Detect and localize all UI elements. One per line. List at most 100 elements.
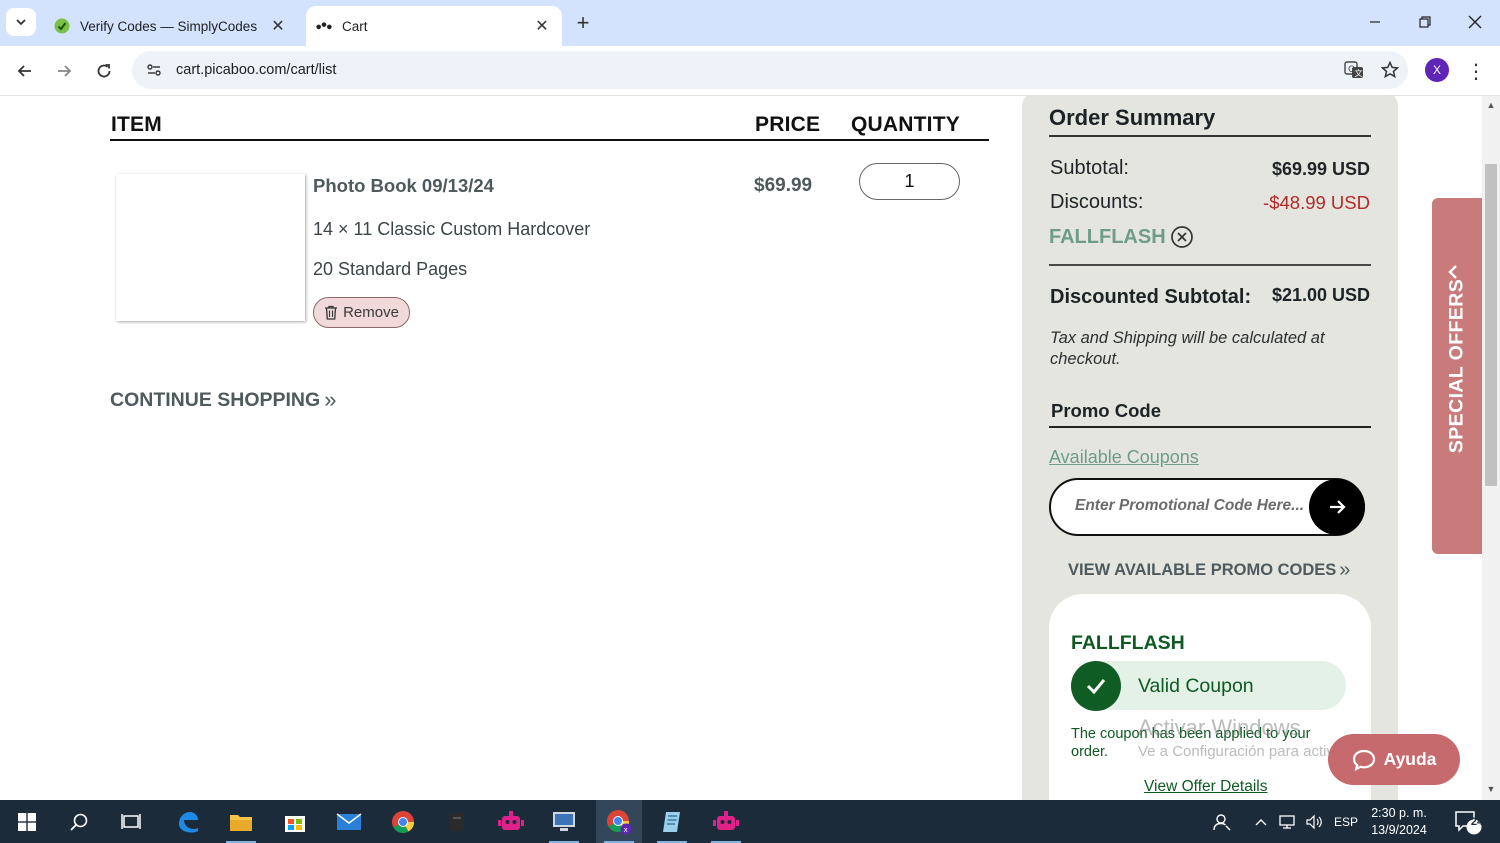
taskbar-file-explorer[interactable] bbox=[218, 800, 264, 843]
browser-menu-icon[interactable]: ⋮ bbox=[1463, 56, 1489, 86]
search-button[interactable] bbox=[56, 800, 102, 843]
close-icon bbox=[1468, 15, 1482, 29]
forward-button[interactable] bbox=[49, 56, 79, 86]
view-offer-details-link[interactable]: View Offer Details bbox=[1144, 778, 1267, 796]
quantity-input[interactable] bbox=[859, 163, 960, 200]
special-offers-label: SPECIAL OFFERS bbox=[1445, 278, 1468, 454]
quantity-column-header: QUANTITY bbox=[851, 113, 960, 136]
taskbar-store[interactable] bbox=[272, 800, 318, 843]
minimize-button[interactable] bbox=[1350, 0, 1400, 44]
divider bbox=[1049, 135, 1371, 137]
chevron-left-icon bbox=[1446, 264, 1460, 280]
subtotal-value: $69.99 USD bbox=[1271, 159, 1370, 179]
available-coupons-link[interactable]: Available Coupons bbox=[1049, 447, 1199, 468]
apply-promo-button[interactable] bbox=[1309, 479, 1365, 535]
robot-icon bbox=[498, 810, 524, 830]
taskbar-remote-desktop[interactable] bbox=[541, 800, 587, 843]
taskbar-edge[interactable] bbox=[165, 800, 211, 843]
applied-coupon-chip: FALLFLASH bbox=[1049, 225, 1194, 249]
trash-icon bbox=[324, 305, 338, 320]
close-tab-icon[interactable]: ✕ bbox=[528, 12, 556, 40]
activation-watermark-title: Activar Windows bbox=[1138, 715, 1301, 740]
applied-coupon-code: FALLFLASH bbox=[1049, 225, 1166, 248]
profile-avatar[interactable]: X bbox=[1425, 58, 1449, 82]
taskbar-robot-app-2[interactable] bbox=[703, 800, 749, 843]
product-price: $69.99 bbox=[754, 175, 813, 196]
tray-overflow-icon[interactable] bbox=[1250, 800, 1272, 843]
address-bar[interactable]: cart.picaboo.com/cart/list G文 bbox=[132, 51, 1408, 89]
store-icon bbox=[285, 815, 305, 832]
task-view-button[interactable] bbox=[108, 800, 154, 843]
coupon-status: Valid Coupon bbox=[1138, 675, 1254, 697]
url-text[interactable]: cart.picaboo.com/cart/list bbox=[176, 62, 1336, 78]
back-button[interactable] bbox=[10, 56, 40, 86]
taskbar-notepad[interactable] bbox=[649, 800, 695, 843]
site-info-icon[interactable] bbox=[136, 62, 172, 78]
edge-icon bbox=[179, 811, 198, 832]
simplycodes-icon bbox=[54, 18, 70, 34]
scrollbar-thumb[interactable] bbox=[1485, 164, 1497, 486]
page-scrollbar[interactable]: ▲ ▼ bbox=[1482, 96, 1500, 800]
product-size: 14 × 11 Classic Custom Hardcover bbox=[313, 219, 591, 239]
subtotal-label: Subtotal: bbox=[1050, 157, 1129, 179]
restore-button[interactable] bbox=[1400, 0, 1450, 44]
double-chevron-right-icon: » bbox=[324, 387, 337, 412]
tab-title: Cart bbox=[342, 18, 368, 34]
clock-time: 2:30 p. m. bbox=[1371, 805, 1427, 820]
tab-search-button[interactable] bbox=[6, 8, 36, 36]
product-title[interactable]: Photo Book 09/13/24 bbox=[313, 175, 494, 197]
view-promo-codes-label: VIEW AVAILABLE PROMO CODES bbox=[1068, 561, 1337, 579]
svg-text:x: x bbox=[624, 826, 628, 834]
tab-cart[interactable]: Cart ✕ bbox=[306, 6, 562, 46]
order-summary-panel: Order Summary Subtotal: $69.99 USD Disco… bbox=[1022, 96, 1398, 800]
discounts-label: Discounts: bbox=[1050, 191, 1144, 213]
taskbar-robot-app[interactable] bbox=[488, 800, 534, 843]
clock[interactable]: 2:30 p. m. 13/9/2024 bbox=[1366, 800, 1432, 843]
start-button[interactable] bbox=[4, 800, 50, 843]
promo-code-input[interactable] bbox=[1075, 497, 1307, 515]
taskbar-app[interactable] bbox=[434, 800, 480, 843]
new-tab-button[interactable]: + bbox=[570, 10, 596, 36]
view-promo-codes-link[interactable]: VIEW AVAILABLE PROMO CODES » bbox=[1068, 559, 1350, 582]
close-window-button[interactable] bbox=[1450, 0, 1500, 44]
discounted-subtotal-value: $21.00 USD bbox=[1271, 285, 1370, 305]
product-pages: 20 Standard Pages bbox=[313, 259, 468, 279]
remove-coupon-icon[interactable] bbox=[1170, 225, 1194, 249]
taskbar-chrome-profile[interactable]: x bbox=[596, 800, 642, 843]
app-icon bbox=[450, 812, 464, 831]
item-column-header: ITEM bbox=[111, 113, 162, 136]
arrow-left-icon bbox=[17, 65, 31, 77]
remove-button[interactable]: Remove bbox=[313, 297, 410, 328]
language-indicator[interactable]: ESP bbox=[1330, 800, 1362, 843]
scroll-down-icon[interactable]: ▼ bbox=[1486, 784, 1496, 794]
reload-button[interactable] bbox=[89, 56, 119, 86]
help-chat-button[interactable]: Ayuda bbox=[1328, 734, 1460, 785]
translate-icon[interactable]: G文 bbox=[1336, 60, 1372, 80]
chevron-down-icon bbox=[16, 19, 26, 26]
people-icon[interactable] bbox=[1208, 800, 1236, 843]
scroll-up-icon[interactable]: ▲ bbox=[1486, 100, 1496, 110]
browser-toolbar: cart.picaboo.com/cart/list G文 X ⋮ bbox=[0, 46, 1500, 96]
promo-code-form bbox=[1049, 478, 1365, 536]
folder-icon bbox=[230, 814, 252, 831]
notifications-button[interactable]: 24 bbox=[1448, 800, 1488, 843]
reload-icon bbox=[97, 64, 111, 78]
cart-header: ITEM PRICE QUANTITY bbox=[110, 110, 989, 141]
promo-code-heading: Promo Code bbox=[1051, 400, 1161, 421]
page-content: ITEM PRICE QUANTITY Photo Book 09/13/24 … bbox=[0, 96, 1482, 800]
robot-icon bbox=[713, 810, 739, 830]
taskbar-mail[interactable] bbox=[326, 800, 372, 843]
checkmark-icon bbox=[1071, 661, 1121, 711]
taskbar-chrome[interactable] bbox=[380, 800, 426, 843]
product-thumbnail[interactable] bbox=[116, 174, 305, 321]
mail-icon bbox=[336, 812, 362, 830]
svg-text:文: 文 bbox=[1355, 68, 1363, 78]
continue-shopping-label: CONTINUE SHOPPING bbox=[110, 388, 321, 411]
tab-verify-codes[interactable]: Verify Codes — SimplyCodes ✕ bbox=[44, 6, 298, 46]
special-offers-tab[interactable]: SPECIAL OFFERS bbox=[1432, 198, 1482, 554]
continue-shopping-link[interactable]: CONTINUE SHOPPING » bbox=[110, 387, 336, 413]
bookmark-star-icon[interactable] bbox=[1372, 61, 1408, 79]
network-icon[interactable] bbox=[1276, 800, 1300, 843]
volume-icon[interactable] bbox=[1302, 800, 1326, 843]
close-tab-icon[interactable]: ✕ bbox=[264, 12, 292, 40]
